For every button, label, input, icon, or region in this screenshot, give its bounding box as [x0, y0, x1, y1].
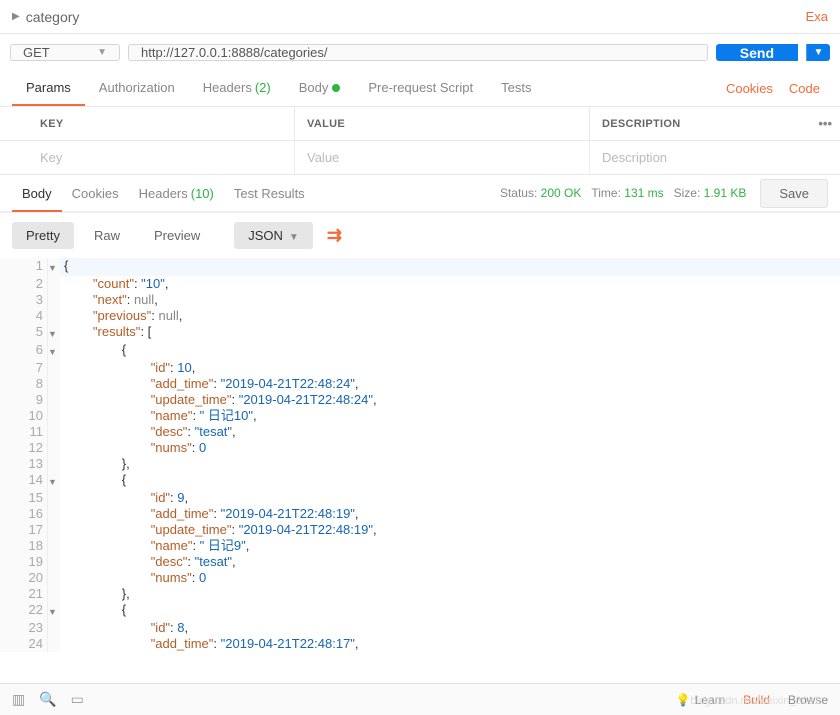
request-name: category	[26, 9, 806, 25]
view-pretty-button[interactable]: Pretty	[12, 222, 74, 249]
resp-tab-test-results[interactable]: Test Results	[224, 176, 315, 212]
tab-body[interactable]: Body	[285, 71, 355, 106]
status-label: Status: 200 OK	[500, 186, 581, 200]
caret-down-icon: ▼	[289, 232, 299, 243]
code-line: 21 },	[0, 586, 840, 602]
url-input[interactable]: http://127.0.0.1:8888/categories/	[128, 44, 708, 61]
response-body-viewer[interactable]: 1▼{2 "count": "10",3 "next": null,4 "pre…	[0, 258, 840, 652]
code-line: 23 "id": 8,	[0, 620, 840, 636]
time-label: Time: 131 ms	[591, 186, 663, 200]
tab-authorization[interactable]: Authorization	[85, 71, 189, 106]
footer-build[interactable]: Build	[743, 693, 770, 707]
url-text: http://127.0.0.1:8888/categories/	[141, 45, 327, 60]
titlebar-right-link[interactable]: Exa	[806, 9, 828, 24]
http-method-select[interactable]: GET ▼	[10, 44, 120, 61]
tab-tests[interactable]: Tests	[487, 71, 545, 106]
params-header-desc: DESCRIPTION	[590, 107, 810, 140]
params-row-empty: Key Value Description	[0, 141, 840, 175]
caret-down-icon: ▼	[97, 47, 107, 58]
code-line: 9 "update_time": "2019-04-21T22:48:24",	[0, 392, 840, 408]
code-line: 7 "id": 10,	[0, 360, 840, 376]
send-button[interactable]: Send	[716, 44, 798, 61]
param-key-input[interactable]: Key	[0, 141, 295, 174]
code-line: 24 "add_time": "2019-04-21T22:48:17",	[0, 636, 840, 652]
tab-prerequest[interactable]: Pre-request Script	[354, 71, 487, 106]
request-tabs: Params Authorization Headers(2) Body Pre…	[0, 71, 840, 107]
body-indicator-dot	[332, 84, 340, 92]
collapse-toggle-icon[interactable]: ▶	[12, 11, 20, 22]
param-desc-input[interactable]: Description	[590, 141, 840, 174]
request-titlebar: ▶ category Exa	[0, 0, 840, 34]
footer-bar: ▥ 🔍 ▭ 💡 Learn Build Browse blog.csdn.net…	[0, 683, 840, 715]
format-select[interactable]: JSON▼	[234, 222, 313, 249]
code-line: 10 "name": " 日记10",	[0, 408, 840, 424]
footer-learn[interactable]: 💡 Learn	[676, 693, 726, 707]
resp-tab-headers[interactable]: Headers(10)	[129, 176, 224, 212]
size-label: Size: 1.91 KB	[674, 186, 747, 200]
cookies-link[interactable]: Cookies	[718, 81, 781, 96]
resp-tab-body[interactable]: Body	[12, 176, 62, 212]
code-line: 11 "desc": "tesat",	[0, 424, 840, 440]
params-header-value: VALUE	[295, 107, 590, 140]
http-method-label: GET	[23, 45, 50, 60]
footer-browse[interactable]: Browse	[788, 693, 828, 707]
code-line: 8 "add_time": "2019-04-21T22:48:24",	[0, 376, 840, 392]
layout-icon[interactable]: ▥	[12, 691, 25, 708]
code-line: 5▼ "results": [	[0, 324, 840, 342]
code-line: 20 "nums": 0	[0, 570, 840, 586]
resp-tab-cookies[interactable]: Cookies	[62, 176, 129, 212]
params-header-key: KEY	[0, 107, 295, 140]
save-response-button[interactable]: Save	[760, 179, 828, 208]
tab-headers[interactable]: Headers(2)	[189, 71, 285, 106]
response-tabs: Body Cookies Headers(10) Test Results St…	[0, 175, 840, 213]
code-line: 19 "desc": "tesat",	[0, 554, 840, 570]
wrap-lines-icon[interactable]: ⇉	[319, 221, 350, 250]
code-line: 4 "previous": null,	[0, 308, 840, 324]
code-line: 6▼ {	[0, 342, 840, 360]
code-line: 22▼ {	[0, 602, 840, 620]
code-line: 16 "add_time": "2019-04-21T22:48:19",	[0, 506, 840, 522]
console-icon[interactable]: ▭	[71, 691, 84, 708]
code-line: 15 "id": 9,	[0, 490, 840, 506]
code-line: 2 "count": "10",	[0, 276, 840, 292]
view-preview-button[interactable]: Preview	[140, 222, 214, 249]
code-line: 13 },	[0, 456, 840, 472]
send-dropdown-toggle[interactable]: ▼	[806, 44, 830, 61]
code-line: 18 "name": " 日记9",	[0, 538, 840, 554]
code-line: 3 "next": null,	[0, 292, 840, 308]
url-row: GET ▼ http://127.0.0.1:8888/categories/ …	[0, 34, 840, 71]
params-menu-icon[interactable]: •••	[810, 107, 840, 140]
code-line: 17 "update_time": "2019-04-21T22:48:19",	[0, 522, 840, 538]
tab-params[interactable]: Params	[12, 71, 85, 106]
response-view-bar: Pretty Raw Preview JSON▼ ⇉	[0, 213, 840, 258]
view-raw-button[interactable]: Raw	[80, 222, 134, 249]
param-value-input[interactable]: Value	[295, 141, 590, 174]
code-line: 1▼{	[0, 258, 840, 276]
code-link[interactable]: Code	[781, 81, 828, 96]
code-line: 14▼ {	[0, 472, 840, 490]
search-icon[interactable]: 🔍	[39, 691, 56, 708]
code-line: 12 "nums": 0	[0, 440, 840, 456]
params-header: KEY VALUE DESCRIPTION •••	[0, 107, 840, 141]
